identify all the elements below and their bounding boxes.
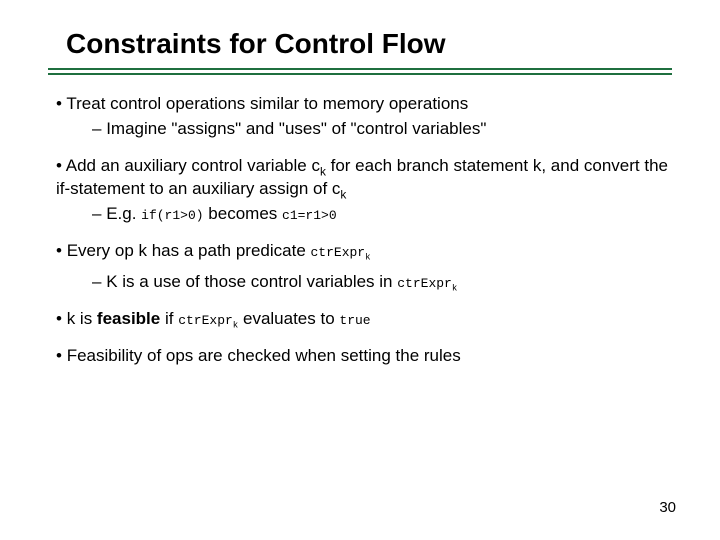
bullet-marker — [56, 156, 66, 175]
dash-marker — [92, 204, 106, 223]
b2s1-b: becomes — [204, 204, 282, 223]
b2-part-a: Add an auxiliary control variable — [66, 156, 312, 175]
bullet-1-sub-1-text: Imagine "assigns" and "uses" of "control… — [106, 119, 486, 138]
bullet-1-text: Treat control operations similar to memo… — [66, 94, 468, 113]
bullet-marker — [56, 309, 67, 328]
page-number: 30 — [659, 499, 676, 516]
dash-marker — [92, 272, 106, 291]
bullet-2-sub-1: E.g. if(r1>0) becomes c1=r1>0 — [92, 203, 672, 226]
code-ctrexpr-2: ctrExprk — [397, 276, 457, 291]
dash-marker — [92, 119, 106, 138]
code-assign: c1=r1>0 — [282, 208, 337, 223]
b3-a: Every op k has a path predicate — [67, 241, 311, 260]
var-ck: ck — [311, 156, 325, 175]
slide: Constraints for Control Flow Treat contr… — [0, 0, 720, 540]
var-ck-2: ck — [332, 179, 346, 198]
b2-part-b: for each branch statement — [326, 156, 533, 175]
slide-title: Constraints for Control Flow — [66, 28, 672, 60]
bullet-3: Every op k has a path predicate ctrExprk — [56, 240, 672, 263]
b4-c: if — [160, 309, 178, 328]
b3s1-a: K is a use of those control variables in — [106, 272, 397, 291]
bullet-1-sub-1: Imagine "assigns" and "uses" of "control… — [92, 118, 672, 141]
code-ctrexpr-3: ctrExprk — [178, 313, 238, 328]
b4-d: evaluates to — [238, 309, 339, 328]
code-ctrexpr: ctrExprk — [311, 245, 371, 260]
bullet-marker — [56, 241, 67, 260]
bullet-3-sub-1: K is a use of those control variables in… — [92, 271, 672, 294]
bullet-marker — [56, 94, 66, 113]
b2s1-a: E.g. — [106, 204, 141, 223]
code-if: if(r1>0) — [141, 208, 203, 223]
bullet-5-text: Feasibility of ops are checked when sett… — [67, 346, 461, 365]
bullet-5: Feasibility of ops are checked when sett… — [56, 345, 672, 368]
title-underline — [48, 68, 672, 75]
b4-feasible: feasible — [97, 309, 160, 328]
code-true: true — [339, 313, 370, 328]
slide-body: Treat control operations similar to memo… — [48, 93, 672, 367]
bullet-4: k is feasible if ctrExprk evaluates to t… — [56, 308, 672, 331]
bullet-2: Add an auxiliary control variable ck for… — [56, 155, 672, 201]
b4-a: k is — [67, 309, 97, 328]
bullet-1: Treat control operations similar to memo… — [56, 93, 672, 116]
bullet-marker — [56, 346, 67, 365]
